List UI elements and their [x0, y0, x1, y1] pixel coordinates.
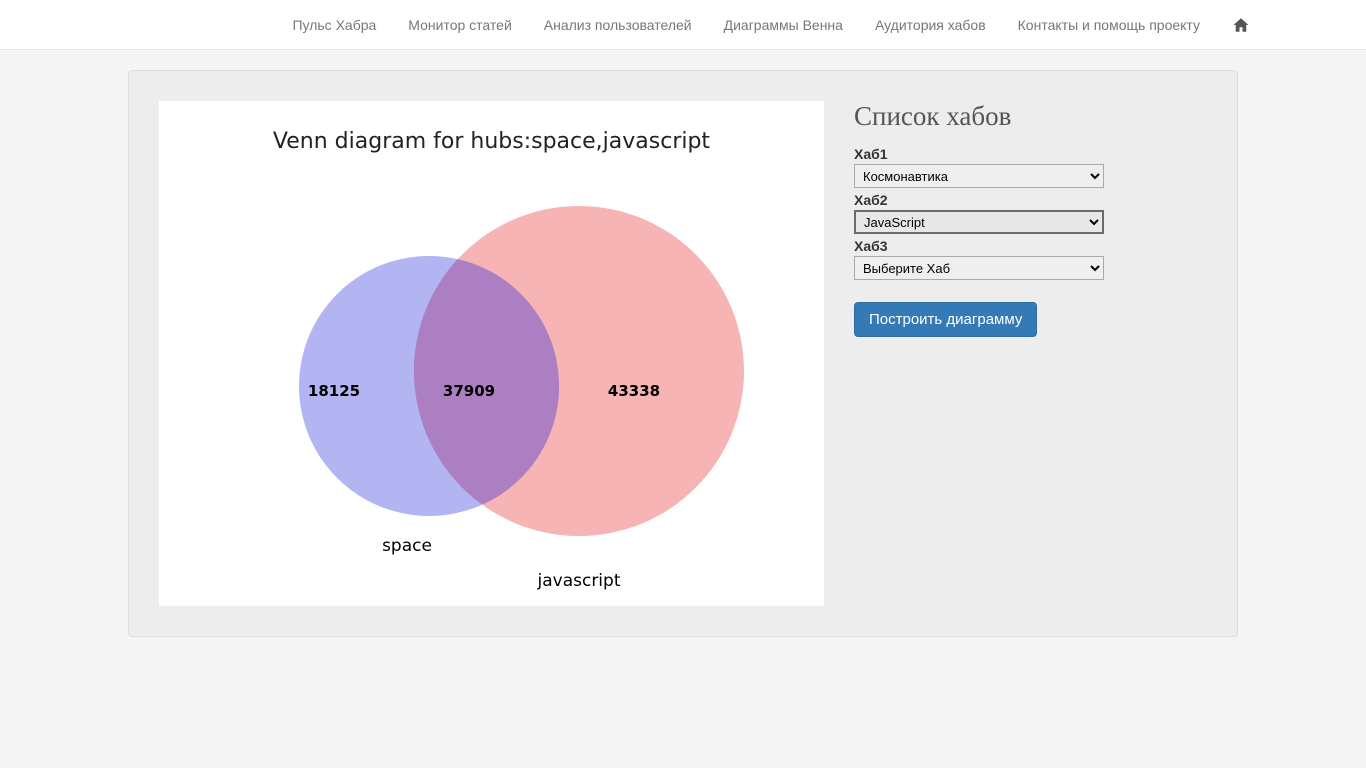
- hub2-label: Хаб2: [854, 192, 1207, 208]
- hub-sidebar: Список хабов Хаб1 Космонавтика Хаб2 Java…: [854, 101, 1207, 606]
- hub3-label: Хаб3: [854, 238, 1207, 254]
- venn-diagram-area: Venn diagram for hubs:space,javascript 1…: [159, 101, 824, 606]
- nav-links: Пульс Хабра Монитор статей Анализ пользо…: [276, 2, 1266, 48]
- nav-link-monitor[interactable]: Монитор статей: [392, 2, 527, 48]
- hub2-select[interactable]: JavaScript: [854, 210, 1104, 234]
- hub1-select[interactable]: Космонавтика: [854, 164, 1104, 188]
- nav-link-audience[interactable]: Аудитория хабов: [859, 2, 1002, 48]
- nav-link-venn[interactable]: Диаграммы Венна: [708, 2, 859, 48]
- home-icon[interactable]: [1216, 4, 1266, 46]
- hub3-group: Хаб3 Выберите Хаб: [854, 238, 1207, 280]
- venn-value-a-only: 18125: [308, 382, 360, 400]
- main-container: Venn diagram for hubs:space,javascript 1…: [113, 70, 1253, 637]
- venn-label-b: javascript: [537, 571, 621, 591]
- build-diagram-button[interactable]: Построить диаграмму: [854, 302, 1037, 337]
- hub1-label: Хаб1: [854, 146, 1207, 162]
- content-panel: Venn diagram for hubs:space,javascript 1…: [128, 70, 1238, 637]
- sidebar-heading: Список хабов: [854, 101, 1207, 132]
- venn-svg: 18125 37909 43338 space javascript: [159, 101, 824, 606]
- venn-value-intersection: 37909: [443, 382, 495, 400]
- hub1-group: Хаб1 Космонавтика: [854, 146, 1207, 188]
- hub2-group: Хаб2 JavaScript: [854, 192, 1207, 234]
- hub3-select[interactable]: Выберите Хаб: [854, 256, 1104, 280]
- nav-link-contacts[interactable]: Контакты и помощь проекту: [1002, 2, 1216, 48]
- venn-label-a: space: [382, 536, 432, 556]
- nav-link-pulse[interactable]: Пульс Хабра: [276, 2, 392, 48]
- navbar: Пульс Хабра Монитор статей Анализ пользо…: [0, 0, 1366, 50]
- nav-link-user-analysis[interactable]: Анализ пользователей: [528, 2, 708, 48]
- venn-value-b-only: 43338: [608, 382, 660, 400]
